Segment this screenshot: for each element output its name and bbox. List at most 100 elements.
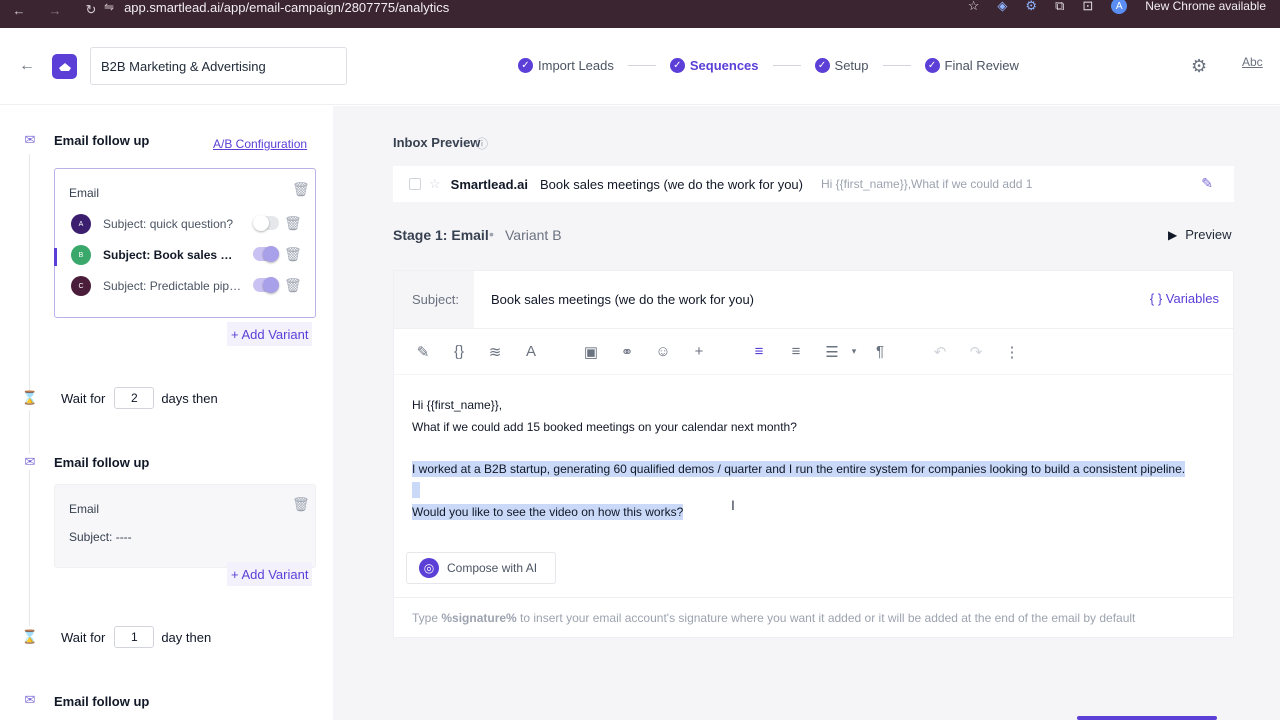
spellcheck-icon[interactable]: Abc	[1242, 55, 1263, 69]
trash-icon[interactable]: 🗑	[292, 496, 310, 513]
back-icon[interactable]: ←	[12, 3, 26, 18]
extensions-puzzle-icon[interactable]: ⧉	[1055, 0, 1064, 14]
variant-badge: B	[71, 245, 91, 265]
info-icon[interactable]: ⓘ	[476, 135, 488, 152]
card-label: Email	[69, 502, 100, 516]
signature-hint: Type %signature% to insert your email ac…	[394, 597, 1233, 637]
step-sequences[interactable]: ✓ Sequences	[669, 58, 759, 73]
site-info-icon[interactable]: ⇋	[104, 0, 114, 14]
back-arrow-icon[interactable]: ←	[19, 57, 35, 75]
url-text: app.smartlead.ai/app/email-campaign/2807…	[124, 0, 450, 15]
variant-toggle[interactable]	[253, 246, 279, 262]
align-center-icon[interactable]: ≡	[787, 343, 805, 360]
bookmark-star-icon[interactable]: ☆	[968, 0, 980, 14]
emoji-icon[interactable]: ☺	[654, 343, 672, 360]
chevron-down-icon[interactable]: ▾	[845, 346, 863, 357]
body-line-pitch[interactable]: I worked at a B2B startup, generating 60…	[412, 461, 1186, 477]
forward-icon[interactable]: →	[48, 3, 62, 18]
insert-icon[interactable]: +	[690, 343, 708, 360]
add-variant-button[interactable]: + Add Variant	[227, 322, 313, 346]
card-label: Email	[69, 186, 100, 200]
align-left-icon[interactable]: ≡	[750, 343, 768, 360]
variant-subject: Subject: quick question?	[103, 217, 234, 231]
undo-icon[interactable]: ↶	[931, 343, 949, 361]
stage-variant: Variant B	[505, 227, 562, 243]
step-final-review[interactable]: ✓ Final Review	[924, 58, 1019, 73]
step-label: Sequences	[689, 58, 759, 73]
braces-icon[interactable]: {}	[450, 343, 468, 360]
step-divider	[627, 65, 656, 66]
wait-suffix: days then	[161, 390, 218, 406]
trash-icon[interactable]: 🗑	[284, 246, 302, 263]
hourglass-icon: ⌛	[21, 629, 39, 644]
body-line-greeting[interactable]: Hi {{first_name}},	[412, 397, 502, 413]
image-icon[interactable]: ▣	[582, 343, 600, 361]
pencil-icon[interactable]: ✎	[1201, 175, 1213, 192]
variables-button[interactable]: { } Variables	[1150, 291, 1219, 306]
address-bar[interactable]: ⇋ app.smartlead.ai/app/email-campaign/28…	[104, 0, 449, 16]
subject-input[interactable]: Book sales meetings (we do the work for …	[491, 292, 754, 307]
subject-label: Subject:	[394, 271, 474, 328]
inbox-snippet: Hi {{first_name}},What if we could add 1	[821, 177, 1033, 191]
reload-icon[interactable]: ↻	[84, 2, 98, 18]
body-line-question[interactable]: What if we could add 15 booked meetings …	[412, 419, 797, 435]
toggle-knob	[253, 215, 269, 231]
inbox-preview-title: Inbox Preview	[393, 135, 481, 150]
card-subject: Subject: ----	[69, 530, 132, 544]
inbox-preview-row: ☆ Smartlead.ai Book sales meetings (we d…	[393, 166, 1234, 202]
settings-gear-icon[interactable]: ⚙	[1191, 56, 1207, 77]
variant-row-c[interactable]: C Subject: Predictable pipeline 🗑	[71, 274, 311, 298]
variant-badge: A	[71, 214, 91, 234]
inbox-sender: Smartlead.ai	[450, 176, 528, 192]
step-label: Setup	[834, 58, 869, 73]
side-panel-icon[interactable]: ⊡	[1082, 0, 1093, 14]
layers-icon[interactable]: ≋	[486, 343, 504, 361]
extension-icon[interactable]: ◈	[997, 0, 1007, 14]
step-divider	[772, 65, 801, 66]
wait-row: Wait for 2 days then	[61, 387, 218, 409]
body-line-cta[interactable]: Would you like to see the video on how t…	[412, 504, 684, 520]
extension-gear-icon[interactable]: ⚙	[1025, 0, 1037, 14]
link-icon[interactable]: ⚭	[618, 343, 636, 361]
variant-row-a[interactable]: A Subject: quick question? 🗑	[71, 212, 311, 236]
campaign-name-input[interactable]	[90, 47, 347, 85]
variant-toggle[interactable]	[253, 277, 279, 293]
email-step-card[interactable]: Email 🗑 Subject: ----	[54, 484, 316, 568]
inbox-checkbox	[409, 178, 421, 190]
wait-prefix: Wait for	[61, 629, 106, 645]
step-import-leads[interactable]: ✓ Import Leads	[518, 58, 614, 73]
chrome-update-label[interactable]: New Chrome available	[1145, 0, 1266, 13]
separator-dot: •	[489, 226, 494, 242]
smartlead-logo[interactable]	[52, 54, 77, 79]
variant-row-b[interactable]: B Subject: Book sales meetings (we do th…	[71, 243, 311, 267]
main-content: Inbox Preview ⓘ ☆ Smartlead.ai Book sale…	[333, 106, 1280, 720]
signature-post: to insert your email account's signature…	[516, 610, 1136, 625]
hourglass-icon: ⌛	[21, 390, 39, 405]
email-step-card[interactable]: Email 🗑 A Subject: quick question? 🗑 B S…	[54, 168, 316, 318]
check-icon: ✓	[518, 58, 533, 73]
step-setup[interactable]: ✓ Setup	[814, 58, 869, 73]
wait-days-input[interactable]: 2	[114, 387, 155, 409]
save-button-edge[interactable]	[1077, 716, 1217, 720]
redo-icon[interactable]: ↷	[967, 343, 985, 361]
trash-icon[interactable]: 🗑	[292, 181, 310, 198]
wait-days-input[interactable]: 1	[114, 626, 155, 648]
trash-icon[interactable]: 🗑	[284, 215, 302, 232]
ab-configuration-link[interactable]: A/B Configuration	[213, 137, 307, 151]
step-title: Email follow up	[54, 694, 150, 709]
font-size-icon[interactable]: A	[522, 343, 540, 360]
preview-button[interactable]: ▶ Preview	[1168, 227, 1231, 242]
trash-icon[interactable]: 🗑	[284, 277, 302, 294]
wait-prefix: Wait for	[61, 390, 106, 406]
browser-chrome: ← → ↻ ⇋ app.smartlead.ai/app/email-campa…	[0, 0, 1280, 28]
paragraph-icon[interactable]: ¶	[871, 343, 889, 360]
timeline-line	[29, 470, 30, 626]
brush-icon[interactable]: ✎	[414, 343, 432, 361]
profile-avatar[interactable]: A	[1111, 0, 1128, 14]
variant-toggle[interactable]	[253, 215, 279, 231]
active-variant-marker	[54, 248, 57, 266]
add-variant-button[interactable]: + Add Variant	[227, 562, 313, 586]
list-icon[interactable]: ☰	[823, 343, 841, 361]
compose-with-ai-button[interactable]: ◎ Compose with AI	[406, 552, 556, 584]
more-vertical-icon[interactable]: ⋮	[1003, 343, 1021, 361]
